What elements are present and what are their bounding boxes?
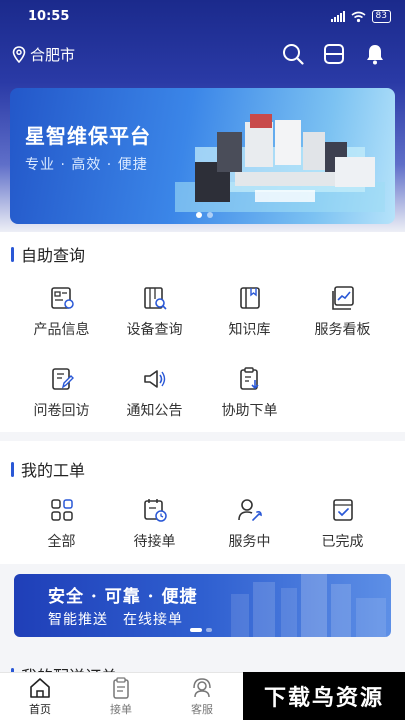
grid-item-knowledge-base[interactable]: 知识库 [199,285,300,339]
bell-icon [367,45,383,65]
device-search-icon [143,287,167,310]
grid-label: 已完成 [321,534,364,550]
grid-label: 产品信息 [33,322,90,338]
grid-label: 知识库 [228,322,271,338]
tab-orders[interactable]: 接单 [91,677,151,717]
grid-label: 设备查询 [126,322,183,338]
megaphone-icon [143,370,165,388]
location-selector[interactable]: 合肥市 [12,44,75,65]
home-icon [30,678,50,698]
grid-label: 问卷回访 [33,403,90,419]
tab-label: 首页 [29,703,51,716]
completed-check-icon [332,499,353,521]
order-filter-completed[interactable]: 已完成 [292,497,393,551]
location-bar: 合肥市 [0,40,405,70]
grid-label: 通知公告 [126,403,183,419]
cellular-signal-icon [330,11,345,22]
tab-label: 客服 [191,703,213,716]
banner-subtitle: 专业 · 高效 · 便捷 [25,157,148,173]
search-icon [283,44,304,65]
grid-item-assist-order[interactable]: 协助下单 [199,366,300,420]
grid-all-icon [50,499,73,521]
grid-label: 服务看板 [314,322,371,338]
battery-indicator: 83 [371,10,391,23]
self-service-section: 自助查询 产品信息 设备查询 知识库 服务看板 问卷回访 通知公告 协助下单 [0,232,405,432]
my-orders-section: 我的工单 全部 待接单 服务中 已完成 [0,441,405,564]
status-icons: 83 [330,10,391,23]
order-filter-in-service[interactable]: 服务中 [199,497,300,551]
grid-label: 协助下单 [221,403,278,419]
scan-button[interactable] [322,42,346,66]
my-orders-title-text: 我的工单 [21,461,86,480]
banner-title: 星智维保平台 [25,124,151,148]
promo-pagination [190,628,212,632]
breaker-products-image [175,114,385,212]
dashboard-chart-icon [331,286,354,310]
grid-item-device-search[interactable]: 设备查询 [104,285,205,339]
status-time: 10:55 [28,9,70,24]
promo-title: 安全 · 可靠 · 便捷 [48,587,198,607]
tab-label: 接单 [110,703,132,716]
scan-icon [324,44,344,64]
headset-icon [193,678,211,698]
promo-subtitle: 智能推送 在线接单 [48,612,183,628]
notification-button[interactable] [363,42,387,66]
user-wrench-icon [237,499,262,521]
order-filter-all[interactable]: 全部 [11,497,112,551]
pending-calendar-icon [143,499,167,522]
tab-customer-service[interactable]: 客服 [172,677,232,717]
survey-edit-icon [51,368,74,390]
order-filter-pending[interactable]: 待接单 [104,497,205,551]
promo-banner[interactable]: 安全 · 可靠 · 便捷 智能推送 在线接单 [14,574,391,637]
watermark-overlay: 下载鸟资源 [243,672,405,720]
location-pin-icon [12,46,26,63]
knowledge-book-icon [239,287,260,309]
product-info-icon [50,287,74,309]
location-label: 合肥市 [30,46,76,64]
self-service-title: 自助查询 [11,242,85,266]
city-buildings-image [231,574,386,637]
hero-banner[interactable]: 星智维保平台 专业 · 高效 · 便捷 [10,88,395,224]
header-actions [281,42,387,66]
clipboard-icon [113,677,129,699]
grid-item-product-info[interactable]: 产品信息 [11,285,112,339]
banner-pagination [196,212,213,218]
self-service-title-text: 自助查询 [21,246,86,265]
my-orders-title: 我的工单 [11,457,85,481]
grid-label: 全部 [47,534,76,550]
search-button[interactable] [281,42,305,66]
grid-item-survey[interactable]: 问卷回访 [11,366,112,420]
tab-home[interactable]: 首页 [10,677,70,717]
grid-item-service-dashboard[interactable]: 服务看板 [292,285,393,339]
grid-label: 待接单 [133,534,176,550]
wifi-icon [351,11,366,22]
status-bar: 10:55 83 [0,0,405,34]
grid-label: 服务中 [228,534,271,550]
grid-item-notice[interactable]: 通知公告 [104,366,205,420]
assist-order-icon [239,367,259,390]
